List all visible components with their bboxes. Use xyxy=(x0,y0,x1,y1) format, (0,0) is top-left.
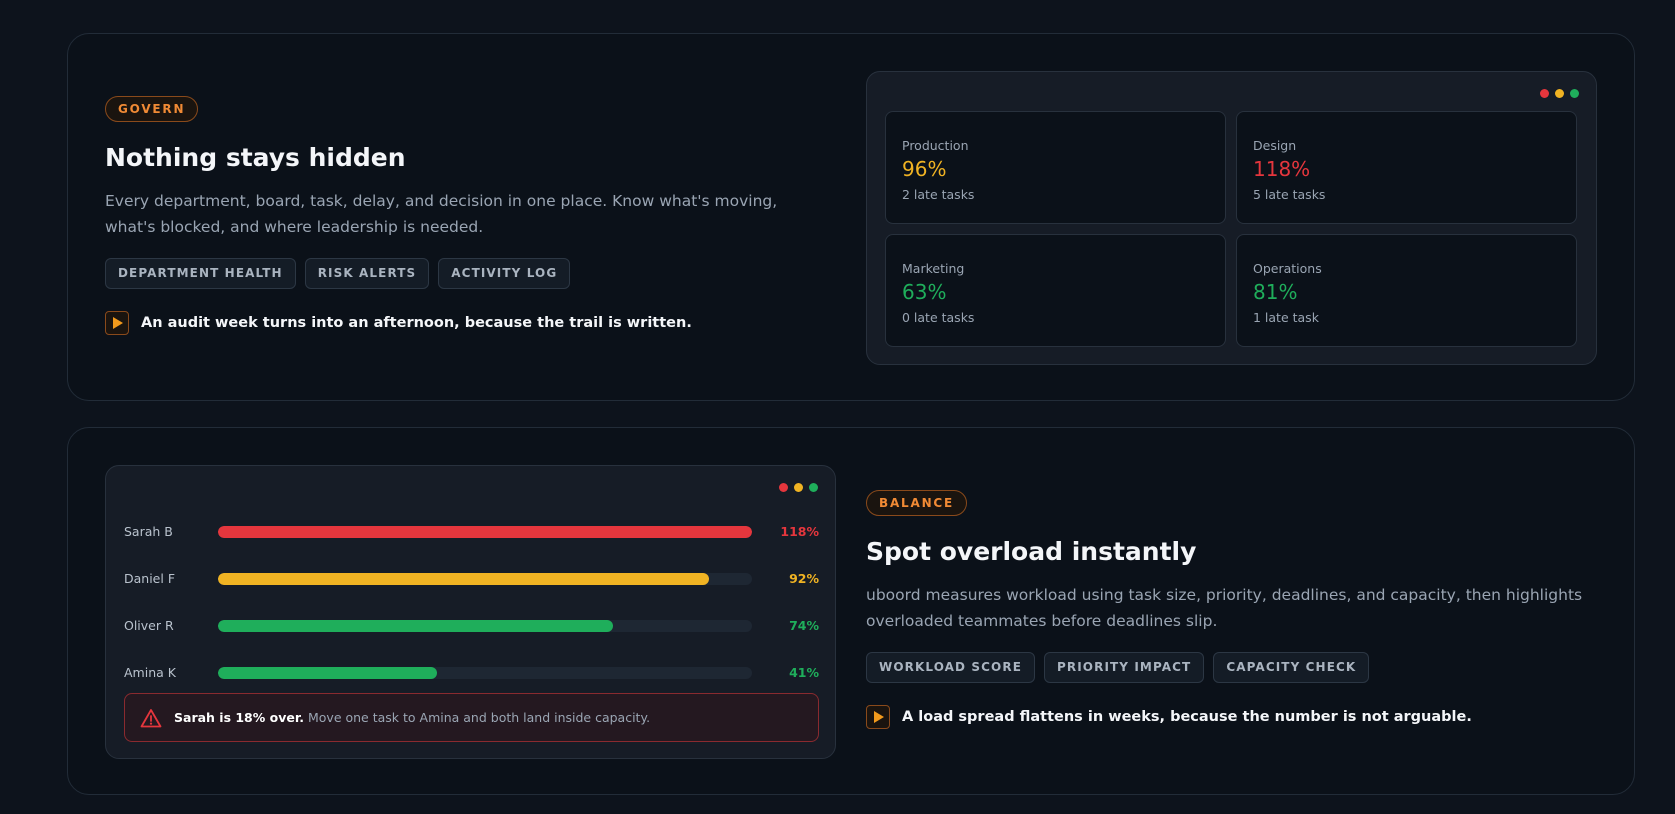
window-dot-green-icon xyxy=(809,483,818,492)
govern-tags: DEPARTMENT HEALTH RISK ALERTS ACTIVITY L… xyxy=(105,258,825,289)
tag-capacity-check: CAPACITY CHECK xyxy=(1213,652,1370,683)
window-dot-red-icon xyxy=(1540,89,1549,98)
window-controls xyxy=(1540,89,1579,98)
window-controls xyxy=(779,483,818,492)
window-dot-yellow-icon xyxy=(1555,89,1564,98)
department-percent: 96% xyxy=(902,157,947,181)
balance-tags: WORKLOAD SCORE PRIORITY IMPACT CAPACITY … xyxy=(866,652,1586,683)
govern-pill: GOVERN xyxy=(105,96,199,122)
govern-headline: Nothing stays hidden xyxy=(105,143,406,172)
govern-copy: GOVERN Nothing stays hidden Every depart… xyxy=(105,96,825,335)
window-dot-yellow-icon xyxy=(794,483,803,492)
workload-row-daniel[interactable]: Daniel F 92% xyxy=(124,555,819,602)
workload-percent: 118% xyxy=(780,524,819,539)
person-name: Daniel F xyxy=(124,571,176,586)
workload-bar xyxy=(218,572,710,585)
department-name: Operations xyxy=(1253,261,1322,276)
govern-section: GOVERN Nothing stays hidden Every depart… xyxy=(67,33,1635,401)
department-late-tasks: 1 late task xyxy=(1253,310,1319,325)
person-name: Amina K xyxy=(124,665,176,680)
alert-headline: Sarah is 18% over. xyxy=(174,710,304,725)
tag-risk-alerts: RISK ALERTS xyxy=(304,258,430,289)
tag-workload-score: WORKLOAD SCORE xyxy=(866,652,1035,683)
workload-percent: 74% xyxy=(789,618,819,633)
workload-row-amina[interactable]: Amina K 41% xyxy=(124,649,819,696)
department-percent: 63% xyxy=(902,280,947,304)
workload-track xyxy=(218,666,752,679)
department-percent: 118% xyxy=(1253,157,1311,181)
workload-bar xyxy=(218,666,437,679)
tag-department-health: DEPARTMENT HEALTH xyxy=(105,258,296,289)
person-name: Oliver R xyxy=(124,618,174,633)
balance-section: Sarah B 118% Daniel F 92% Oliver R 74% A… xyxy=(67,427,1635,795)
department-card-operations[interactable]: Operations 81% 1 late task xyxy=(1236,234,1577,347)
workload-row-oliver[interactable]: Oliver R 74% xyxy=(124,602,819,649)
department-late-tasks: 5 late tasks xyxy=(1253,187,1326,202)
workload-percent: 92% xyxy=(789,571,819,586)
workload-row-sarah[interactable]: Sarah B 118% xyxy=(124,508,819,555)
workload-window: Sarah B 118% Daniel F 92% Oliver R 74% A… xyxy=(105,465,836,759)
warning-icon xyxy=(140,708,162,727)
alert-text: Move one task to Amina and both land ins… xyxy=(307,710,651,725)
overload-alert: Sarah is 18% over. Move one task to Amin… xyxy=(124,693,819,742)
balance-pill: BALANCE xyxy=(866,490,968,516)
department-name: Production xyxy=(902,138,969,153)
workload-track xyxy=(218,619,752,632)
govern-note-text: An audit week turns into an afternoon, b… xyxy=(141,315,692,331)
balance-note: A load spread flattens in weeks, because… xyxy=(866,705,1586,729)
department-name: Design xyxy=(1253,138,1297,153)
balance-headline: Spot overload instantly xyxy=(866,537,1197,566)
window-dot-green-icon xyxy=(1570,89,1579,98)
department-card-marketing[interactable]: Marketing 63% 0 late tasks xyxy=(885,234,1226,347)
department-health-window: Production 96% 2 late tasks Design 118% … xyxy=(866,71,1597,365)
govern-note: An audit week turns into an afternoon, b… xyxy=(105,311,825,335)
window-dot-red-icon xyxy=(779,483,788,492)
play-icon[interactable] xyxy=(866,705,890,729)
balance-description: uboord measures workload using task size… xyxy=(866,586,1583,630)
department-late-tasks: 0 late tasks xyxy=(902,310,975,325)
department-percent: 81% xyxy=(1253,280,1298,304)
person-name: Sarah B xyxy=(124,524,173,539)
govern-description: Every department, board, task, delay, an… xyxy=(105,192,778,236)
department-card-production[interactable]: Production 96% 2 late tasks xyxy=(885,111,1226,224)
department-card-design[interactable]: Design 118% 5 late tasks xyxy=(1236,111,1577,224)
workload-track xyxy=(218,525,752,538)
workload-rows: Sarah B 118% Daniel F 92% Oliver R 74% A… xyxy=(124,508,819,696)
balance-note-text: A load spread flattens in weeks, because… xyxy=(902,709,1472,725)
tag-activity-log: ACTIVITY LOG xyxy=(438,258,571,289)
tag-priority-impact: PRIORITY IMPACT xyxy=(1044,652,1205,683)
department-name: Marketing xyxy=(902,261,965,276)
play-icon[interactable] xyxy=(105,311,129,335)
workload-percent: 41% xyxy=(789,665,819,680)
workload-bar xyxy=(218,619,614,632)
workload-track xyxy=(218,572,752,585)
department-grid: Production 96% 2 late tasks Design 118% … xyxy=(885,111,1580,347)
workload-bar xyxy=(218,525,752,538)
balance-copy: BALANCE Spot overload instantly uboord m… xyxy=(866,490,1586,729)
department-late-tasks: 2 late tasks xyxy=(902,187,975,202)
